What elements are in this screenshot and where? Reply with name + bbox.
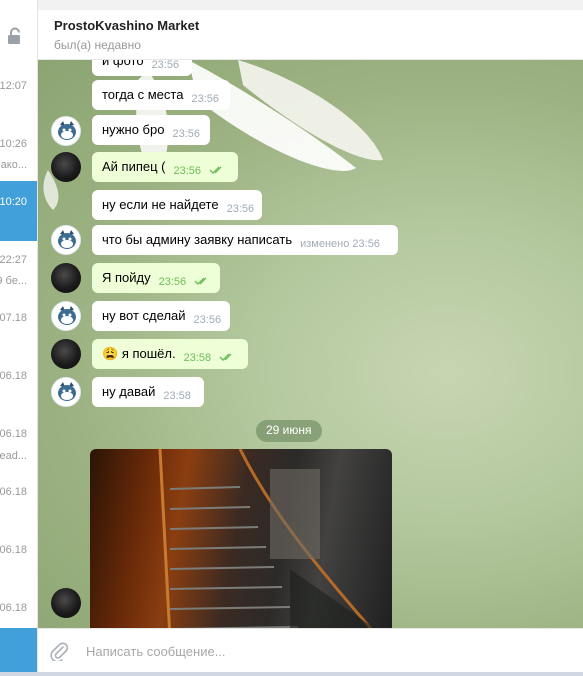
message-incoming[interactable]: и фото 23:56 — [92, 60, 192, 76]
double-check-icon — [219, 353, 232, 361]
dialog-item-selected-bottom[interactable] — [0, 628, 37, 676]
dialog-item-meta: 06.18 — [0, 602, 27, 614]
dialog-item-preview: ако... — [0, 159, 27, 171]
message-composer[interactable] — [38, 628, 583, 672]
message-incoming[interactable]: нужно бро 23:56 — [92, 115, 210, 145]
avatar-self[interactable] — [51, 339, 81, 369]
avatar-contact[interactable] — [51, 116, 81, 146]
date-separator: 29 июня — [256, 420, 322, 442]
dialog-list[interactable]: 12:07 10:26 ако... 10:20 22:27 9 бе... 0… — [0, 0, 38, 676]
dialog-item-selected[interactable] — [0, 181, 37, 241]
stairs-photo — [158, 449, 375, 628]
dialog-item-meta: 06.18 — [0, 428, 27, 440]
dialog-item-meta: 10:20 — [0, 196, 27, 208]
avatar-contact[interactable] — [51, 301, 81, 331]
dialog-item-meta: 10:26 — [0, 138, 27, 150]
message-outgoing[interactable]: Я пойду 23:56 — [92, 263, 220, 293]
message-incoming[interactable]: ну вот сделай 23:56 — [92, 301, 230, 331]
chat-status: был(а) недавно — [54, 38, 141, 52]
dialog-item-preview: 9 бе... — [0, 275, 27, 287]
message-outgoing[interactable]: 😩 я пошёл. 23:58 — [92, 339, 248, 369]
dialog-item-preview: ead... — [0, 450, 27, 462]
photo-message[interactable] — [90, 449, 392, 628]
chat-title[interactable]: ProstoKvashino Market — [54, 18, 199, 33]
window-top-strip — [38, 0, 583, 10]
message-area[interactable]: и фото 23:56 тогда с места 23:56 нужно бро… — [38, 60, 583, 628]
double-check-icon — [209, 166, 222, 174]
double-check-icon — [194, 277, 207, 285]
message-incoming[interactable]: тогда с места 23:56 — [92, 80, 230, 110]
avatar-contact[interactable] — [51, 225, 81, 255]
message-input[interactable] — [86, 640, 556, 662]
message-incoming[interactable]: что бы админу заявку написать изменено 23… — [92, 225, 398, 255]
avatar-self[interactable] — [51, 588, 81, 618]
dialog-item-meta: 06.18 — [0, 486, 27, 498]
window-bottom-strip — [0, 672, 583, 676]
dialog-item-meta: 06.18 — [0, 370, 27, 382]
dialog-item-meta: 06.18 — [0, 544, 27, 556]
chat-header[interactable]: ProstoKvashino Market был(а) недавно — [38, 10, 583, 60]
message-incoming[interactable]: ну если не найдете 23:56 — [92, 190, 262, 220]
message-outgoing[interactable]: Ай пипец (23:56 — [92, 152, 238, 182]
message-incoming[interactable]: ну давай 23:58 — [92, 377, 204, 407]
dialog-item-meta: 22:27 — [0, 254, 27, 266]
paperclip-icon[interactable] — [50, 641, 68, 661]
avatar-contact[interactable] — [51, 377, 81, 407]
avatar-self[interactable] — [51, 263, 81, 293]
weary-face-emoji-icon: 😩 — [102, 346, 119, 361]
avatar-self[interactable] — [51, 152, 81, 182]
lock-icon[interactable] — [6, 27, 24, 45]
dialog-item-meta: 07.18 — [0, 312, 27, 324]
dialog-item-meta: 12:07 — [0, 80, 27, 92]
